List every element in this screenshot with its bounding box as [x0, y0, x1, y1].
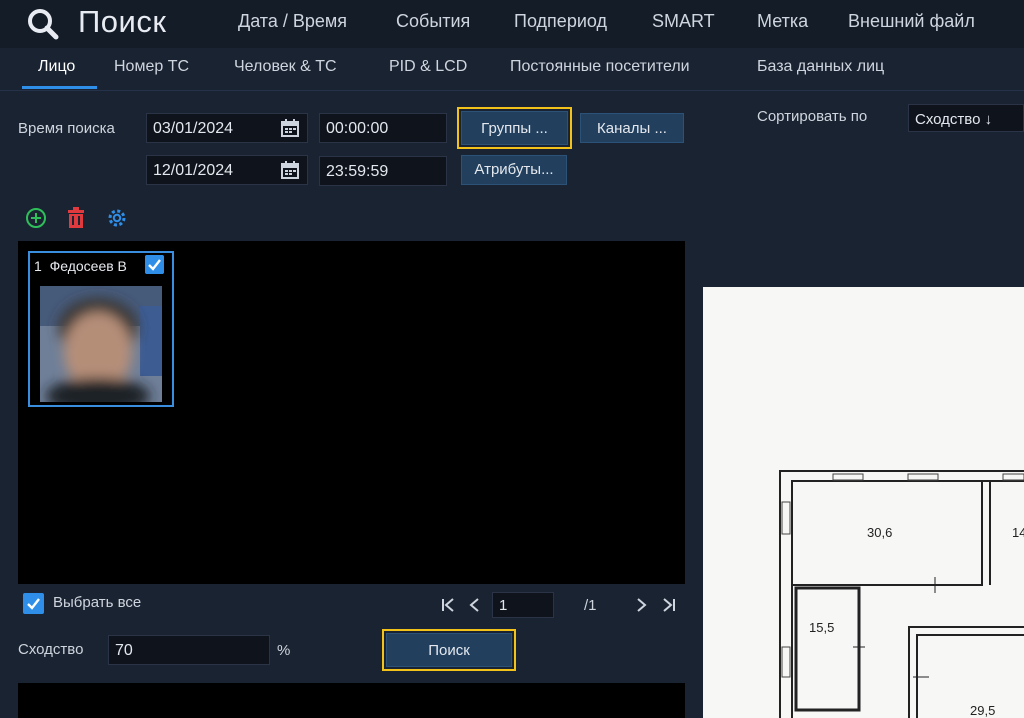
select-all-checkbox[interactable]: [23, 593, 44, 614]
select-all-label: Выбрать все: [53, 594, 142, 611]
room-area-label: 15,5: [809, 620, 835, 635]
similarity-label: Сходство: [18, 641, 84, 658]
nav-date-time[interactable]: Дата / Время: [238, 11, 347, 32]
tab-face-database[interactable]: База данных лиц: [757, 58, 884, 76]
similarity-input[interactable]: 70: [108, 635, 270, 665]
groups-button[interactable]: Группы ...: [457, 107, 572, 149]
sort-select[interactable]: Сходство ↓: [908, 104, 1024, 132]
search-time-label: Время поиска: [18, 120, 115, 137]
similarity-unit: %: [277, 642, 291, 659]
results-panel: [18, 683, 685, 718]
next-page-icon[interactable]: [634, 597, 648, 613]
attributes-button[interactable]: Атрибуты...: [461, 155, 567, 185]
calendar-icon[interactable]: [280, 160, 300, 180]
tab-human-vehicle[interactable]: Человек & ТС: [234, 58, 337, 76]
channels-button[interactable]: Каналы ...: [580, 113, 684, 143]
tab-pid-lcd[interactable]: PID & LCD: [389, 58, 467, 76]
nav-subperiod[interactable]: Подпериод: [514, 11, 607, 32]
prev-page-icon[interactable]: [468, 597, 482, 613]
page-total: /1: [584, 597, 597, 614]
search-button[interactable]: Поиск: [382, 629, 516, 671]
active-tab-indicator: [22, 86, 97, 89]
nav-external-file[interactable]: Внешний файл: [848, 11, 975, 32]
room-area-label: 30,6: [867, 525, 893, 540]
nav-smart[interactable]: SMART: [652, 11, 715, 32]
page-number-input[interactable]: 1: [492, 592, 554, 618]
last-page-icon[interactable]: [661, 597, 677, 613]
nav-events[interactable]: События: [396, 11, 470, 32]
face-photo-blurred: [40, 286, 162, 402]
first-page-icon[interactable]: [440, 597, 456, 613]
tab-face[interactable]: Лицо: [38, 58, 75, 76]
gear-icon[interactable]: [106, 207, 128, 229]
end-time-field[interactable]: 23:59:59: [319, 156, 447, 186]
face-checkbox[interactable]: [145, 255, 164, 274]
room-area-label: 14: [1012, 525, 1024, 540]
sort-label: Сортировать по: [757, 108, 868, 125]
search-icon: [28, 9, 59, 40]
start-time-field[interactable]: 00:00:00: [319, 113, 447, 143]
tab-plate-number[interactable]: Номер ТС: [114, 58, 189, 76]
tab-regular-visitors[interactable]: Постоянные посетители: [510, 58, 690, 76]
add-icon[interactable]: [25, 207, 47, 229]
face-card-label: 1 Федосеев В: [34, 258, 127, 274]
room-area-label: 29,5: [970, 703, 996, 718]
page-title: Поиск: [78, 4, 167, 39]
nav-tag[interactable]: Метка: [757, 11, 808, 32]
delete-icon[interactable]: [66, 207, 86, 229]
calendar-icon[interactable]: [280, 118, 300, 138]
floor-plan-drawing: [779, 470, 1024, 718]
